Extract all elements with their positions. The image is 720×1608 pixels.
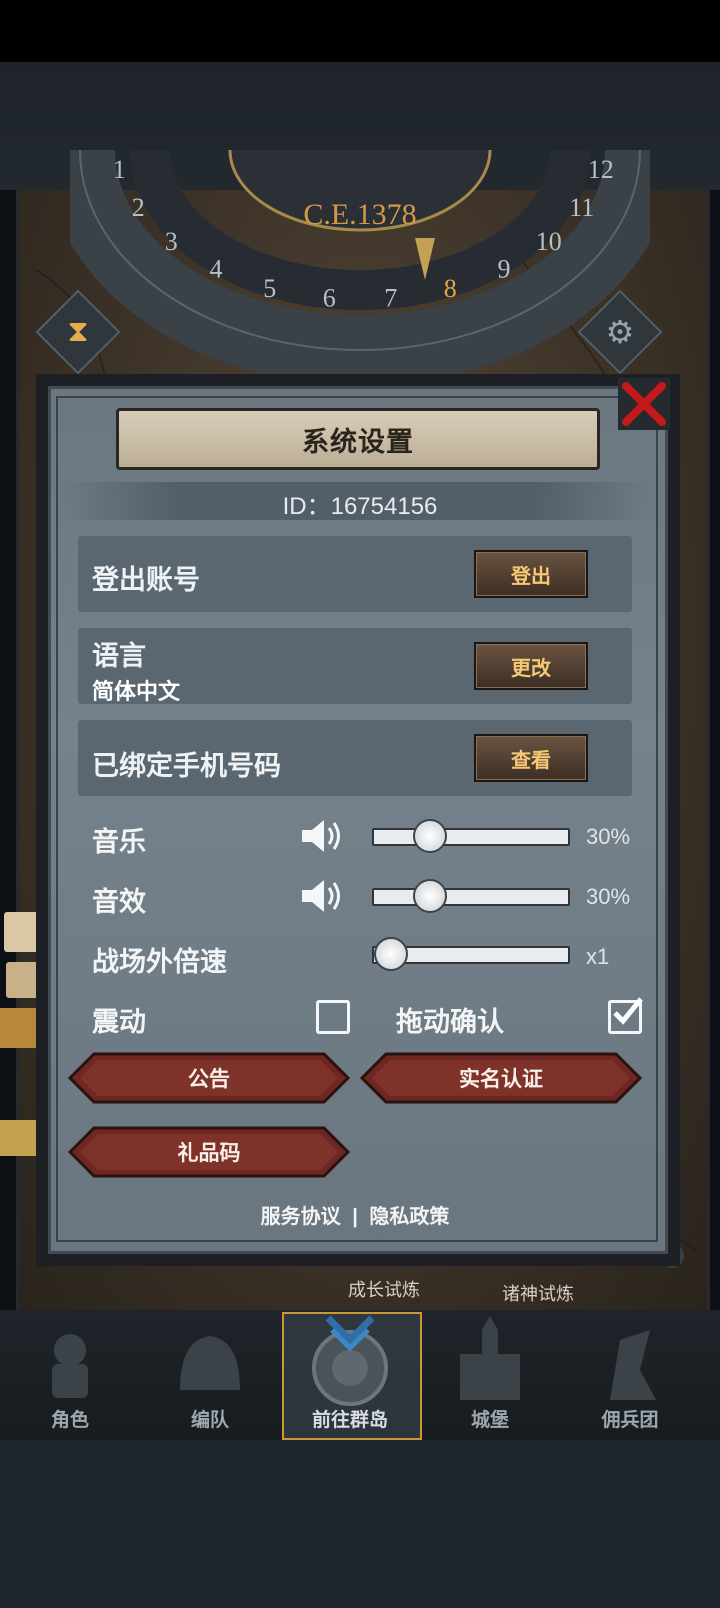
- sfx-label: 音效: [92, 887, 146, 917]
- check-icon: [613, 997, 643, 1025]
- nav-label: 编队: [190, 1410, 229, 1431]
- dial-number: 12: [588, 155, 614, 184]
- logout-label: 登出账号: [92, 565, 200, 595]
- dial-number: 8: [444, 274, 457, 303]
- footer-separator: |: [352, 1206, 358, 1228]
- castle-icon: [460, 1316, 520, 1400]
- terms-link[interactable]: 服务协议: [261, 1206, 341, 1228]
- music-label: 音乐: [92, 827, 146, 857]
- music-slider-knob[interactable]: [413, 819, 448, 853]
- footer-links: 服务协议 | 隐私政策: [56, 1200, 654, 1229]
- language-label: 语言: [92, 641, 146, 671]
- dial-number: 2: [132, 193, 145, 222]
- player-id: ID：16754156: [282, 493, 438, 520]
- nav-label: 角色: [50, 1410, 89, 1431]
- nav-item-castle[interactable]: 城堡: [420, 1310, 560, 1440]
- gear-icon: ⚙: [605, 314, 635, 350]
- map-scroll-icon[interactable]: [6, 962, 40, 998]
- dial-number: 9: [498, 254, 511, 283]
- sfx-value: 30%: [586, 884, 631, 909]
- dial-number: 11: [569, 193, 594, 222]
- compass-icon: [312, 1315, 388, 1406]
- page-title: 系统设置: [302, 426, 414, 457]
- music-value: 30%: [586, 824, 631, 849]
- mercenary-icon: [610, 1330, 656, 1400]
- speed-label: 战场外倍速: [92, 947, 227, 977]
- vibration-label: 震动: [92, 1007, 146, 1037]
- dial-number: 5: [263, 274, 276, 303]
- notice-button[interactable]: 公告: [68, 1052, 350, 1104]
- language-value: 简体中文: [92, 679, 181, 704]
- gift-code-button-label: 礼品码: [177, 1142, 241, 1165]
- music-slider-track[interactable]: [372, 828, 570, 846]
- change-language-button[interactable]: 更改: [474, 642, 588, 690]
- drag-confirm-checkbox[interactable]: [608, 997, 643, 1034]
- view-phone-button[interactable]: 查看: [474, 734, 588, 782]
- helmet-icon: [180, 1336, 240, 1390]
- drag-confirm-label: 拖动确认: [396, 1007, 504, 1037]
- sfx-slider-knob[interactable]: [413, 879, 448, 913]
- quest-icon[interactable]: [0, 1008, 40, 1048]
- nav-item-formation[interactable]: 编队: [140, 1310, 280, 1440]
- hourglass-icon: ⧗: [67, 315, 89, 348]
- gift-code-button[interactable]: 礼品码: [68, 1126, 350, 1178]
- speaker-icon[interactable]: [300, 876, 344, 916]
- dial-number: 4: [210, 254, 223, 283]
- nav-item-mercenary[interactable]: 佣兵团: [560, 1310, 700, 1440]
- bottom-area: [0, 1440, 720, 1608]
- nav-label: 佣兵团: [601, 1410, 659, 1431]
- gods-trial-label[interactable]: 诸神试炼: [502, 1280, 574, 1306]
- dial-number: 10: [536, 227, 562, 256]
- real-name-button[interactable]: 实名认证: [360, 1052, 642, 1104]
- era-dial: 12345 6 7 89101112: [70, 150, 650, 380]
- search-icon[interactable]: [0, 1120, 40, 1156]
- dial-number: 3: [165, 227, 178, 256]
- vibration-checkbox[interactable]: [316, 1000, 350, 1034]
- dial-number: 6: [323, 284, 336, 313]
- knight-icon: [52, 1334, 88, 1398]
- close-button[interactable]: [618, 378, 670, 430]
- nav-label: 前往群岛: [311, 1410, 388, 1431]
- sfx-slider-track[interactable]: [372, 888, 570, 906]
- title-banner: 系统设置: [116, 408, 600, 470]
- nav-label: 城堡: [470, 1410, 509, 1431]
- scroll-icon[interactable]: [4, 912, 40, 952]
- notice-button-label: 公告: [188, 1068, 230, 1091]
- speed-value: x1: [586, 944, 610, 969]
- privacy-link[interactable]: 隐私政策: [369, 1206, 449, 1228]
- nav-item-character[interactable]: 角色: [0, 1310, 140, 1440]
- real-name-button-label: 实名认证: [459, 1068, 543, 1091]
- era-year: C.E.1378: [303, 198, 417, 231]
- growth-trial-label[interactable]: 成长试炼: [348, 1276, 420, 1302]
- phone-label: 已绑定手机号码: [92, 751, 281, 781]
- logout-button[interactable]: 登出: [474, 550, 588, 598]
- dial-number: 1: [113, 155, 126, 184]
- dial-number: 7: [384, 284, 397, 313]
- nav-item-archipelago[interactable]: 前往群岛: [280, 1310, 420, 1440]
- settings-panel-border: [56, 396, 658, 1242]
- speaker-icon[interactable]: [300, 816, 344, 856]
- status-bar: [0, 0, 720, 62]
